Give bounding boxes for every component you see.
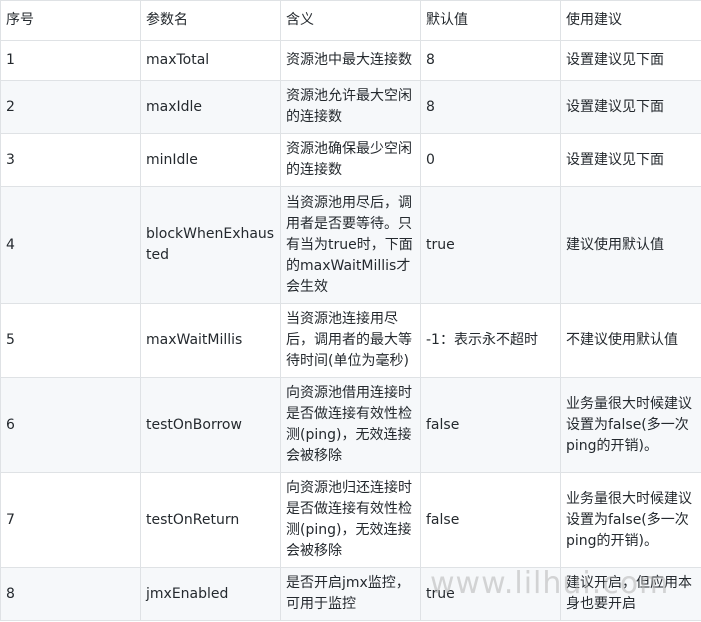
cell-param-name: maxIdle [140, 80, 281, 134]
table-row: 7 testOnReturn 向资源池归还连接时是否做连接有效性检测(ping)… [0, 472, 701, 568]
cell-index: 3 [0, 133, 141, 187]
cell-param-name: jmxEnabled [140, 567, 281, 621]
header-row: 序号 参数名 含义 默认值 使用建议 [0, 0, 701, 41]
cell-default: true [420, 567, 561, 621]
cell-default: false [420, 377, 561, 473]
table-row: 6 testOnBorrow 向资源池借用连接时是否做连接有效性检测(ping)… [0, 377, 701, 473]
cell-advice: 不建议使用默认值 [560, 303, 701, 378]
cell-param-name: maxWaitMillis [140, 303, 281, 378]
header-default: 默认值 [420, 0, 561, 41]
table-row: 3 minIdle 资源池确保最少空闲的连接数 0 设置建议见下面 [0, 133, 701, 187]
cell-advice: 建议使用默认值 [560, 186, 701, 304]
cell-advice: 业务量很大时候建议设置为false(多一次ping的开销)。 [560, 472, 701, 568]
cell-meaning: 当资源池连接用尽后，调用者的最大等待时间(单位为毫秒) [280, 303, 421, 378]
page: 序号 参数名 含义 默认值 使用建议 1 maxTotal 资源池中最大连接数 … [0, 0, 701, 622]
cell-meaning: 是否开启jmx监控，可用于监控 [280, 567, 421, 621]
cell-param-name: minIdle [140, 133, 281, 187]
cell-advice: 业务量很大时候建议设置为false(多一次ping的开销)。 [560, 377, 701, 473]
cell-index: 5 [0, 303, 141, 378]
table-row: 1 maxTotal 资源池中最大连接数 8 设置建议见下面 [0, 40, 701, 81]
table-row: 8 jmxEnabled 是否开启jmx监控，可用于监控 true 建议开启，但… [0, 567, 701, 621]
cell-index: 4 [0, 186, 141, 304]
header-advice: 使用建议 [560, 0, 701, 41]
cell-advice: 建议开启，但应用本身也要开启 [560, 567, 701, 621]
table-row: 4 blockWhenExhausted 当资源池用尽后，调用者是否要等待。只有… [0, 186, 701, 304]
cell-meaning: 向资源池借用连接时是否做连接有效性检测(ping)，无效连接会被移除 [280, 377, 421, 473]
cell-index: 2 [0, 80, 141, 134]
cell-default: false [420, 472, 561, 568]
cell-index: 7 [0, 472, 141, 568]
cell-meaning: 资源池允许最大空闲的连接数 [280, 80, 421, 134]
cell-default: 8 [420, 80, 561, 134]
cell-default: 8 [420, 40, 561, 81]
cell-index: 6 [0, 377, 141, 473]
cell-advice: 设置建议见下面 [560, 133, 701, 187]
cell-meaning: 资源池中最大连接数 [280, 40, 421, 81]
cell-advice: 设置建议见下面 [560, 40, 701, 81]
header-index: 序号 [0, 0, 141, 41]
table-row: 5 maxWaitMillis 当资源池连接用尽后，调用者的最大等待时间(单位为… [0, 303, 701, 378]
cell-param-name: testOnReturn [140, 472, 281, 568]
config-table: 序号 参数名 含义 默认值 使用建议 1 maxTotal 资源池中最大连接数 … [0, 0, 701, 621]
header-meaning: 含义 [280, 0, 421, 41]
cell-param-name: blockWhenExhausted [140, 186, 281, 304]
cell-default: -1：表示永不超时 [420, 303, 561, 378]
header-param-name: 参数名 [140, 0, 281, 41]
cell-default: true [420, 186, 561, 304]
cell-index: 1 [0, 40, 141, 81]
cell-advice: 设置建议见下面 [560, 80, 701, 134]
cell-index: 8 [0, 567, 141, 621]
cell-param-name: testOnBorrow [140, 377, 281, 473]
cell-default: 0 [420, 133, 561, 187]
table-row: 2 maxIdle 资源池允许最大空闲的连接数 8 设置建议见下面 [0, 80, 701, 134]
cell-param-name: maxTotal [140, 40, 281, 81]
cell-meaning: 资源池确保最少空闲的连接数 [280, 133, 421, 187]
cell-meaning: 当资源池用尽后，调用者是否要等待。只有当为true时，下面的maxWaitMil… [280, 186, 421, 304]
cell-meaning: 向资源池归还连接时是否做连接有效性检测(ping)，无效连接会被移除 [280, 472, 421, 568]
